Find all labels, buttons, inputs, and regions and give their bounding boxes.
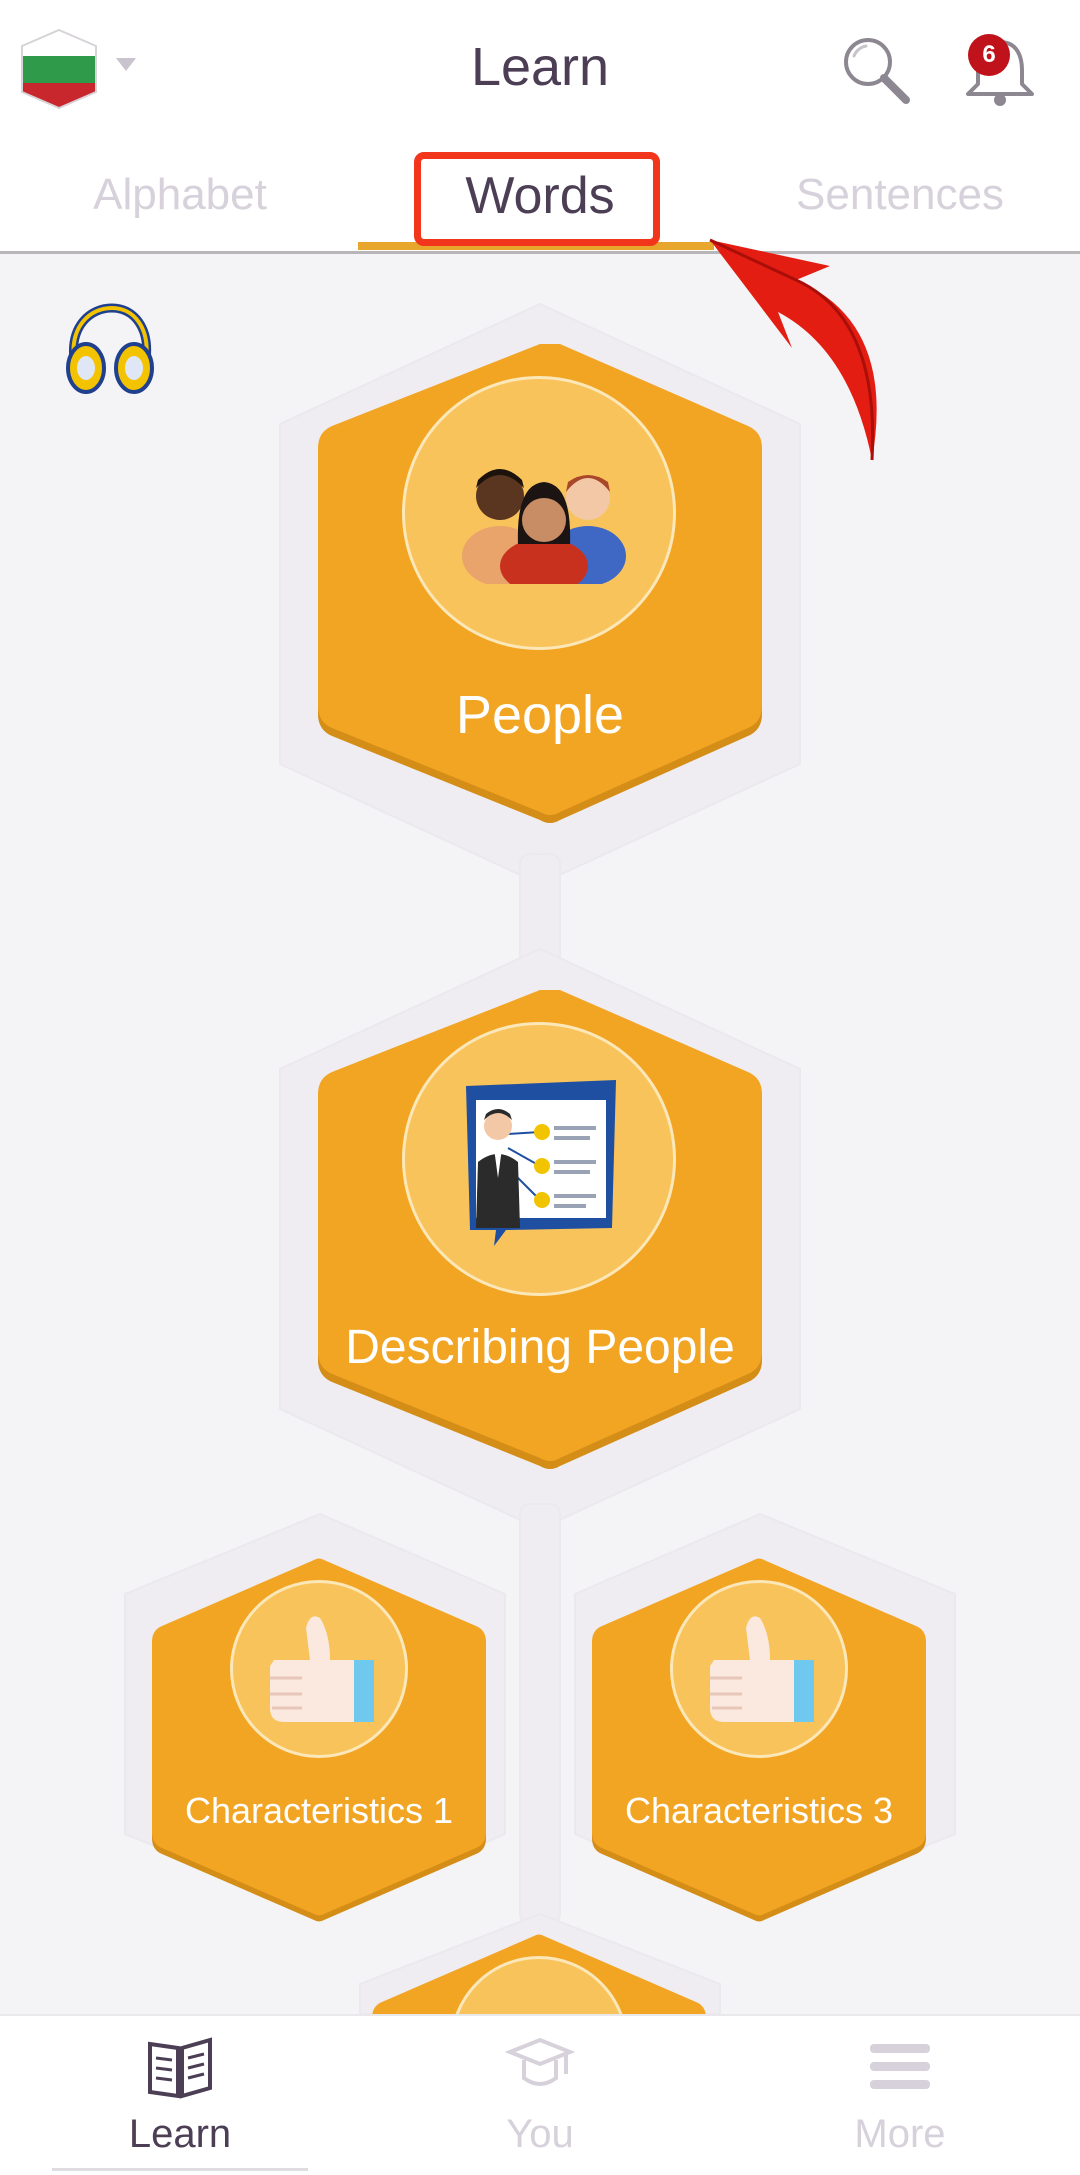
lesson-map[interactable]: People Describing People Characteristics… <box>0 254 1080 2014</box>
notification-badge: 6 <box>968 34 1010 76</box>
book-icon <box>148 2037 212 2099</box>
lesson-characteristics-3[interactable]: Characteristics 3 <box>586 1558 932 1924</box>
lesson-label: Characteristics 3 <box>624 1790 894 1831</box>
headphones-icon[interactable] <box>60 298 156 398</box>
lesson-characteristics-1[interactable]: Characteristics 1 <box>146 1558 492 1924</box>
menu-lines-icon <box>870 2044 930 2089</box>
annotation-arrow-icon <box>709 238 877 461</box>
lesson-label: Characteristics 1 <box>184 1790 454 1831</box>
lesson-next-partial[interactable] <box>366 1934 712 2014</box>
app-header: Learn 6 <box>0 0 1080 150</box>
nav-label: You <box>506 2112 574 2156</box>
nav-label: More <box>854 2112 946 2156</box>
active-nav-indicator <box>52 2168 308 2171</box>
annotation-highlight-box <box>414 152 660 246</box>
people-group-icon <box>462 469 626 584</box>
nav-more[interactable]: More <box>800 2030 1000 2170</box>
bottom-navigation: Learn You More <box>0 2014 1080 2175</box>
page-title: Learn <box>470 37 610 97</box>
thumbs-up-icon <box>710 1616 814 1722</box>
tab-sentences[interactable]: Sentences <box>760 170 1040 230</box>
lesson-label: People <box>455 685 625 745</box>
search-icon[interactable] <box>838 32 914 108</box>
graduation-cap-icon <box>504 2037 576 2086</box>
lesson-describing-people[interactable]: Describing People <box>310 990 770 1480</box>
nav-learn[interactable]: Learn <box>80 2030 280 2170</box>
presentation-board-icon <box>466 1080 616 1246</box>
nav-you[interactable]: You <box>440 2030 640 2170</box>
lesson-label: Describing People <box>345 1321 735 1374</box>
thumbs-up-icon <box>270 1616 374 1722</box>
tab-alphabet[interactable]: Alphabet <box>40 170 320 230</box>
nav-label: Learn <box>128 2112 232 2156</box>
